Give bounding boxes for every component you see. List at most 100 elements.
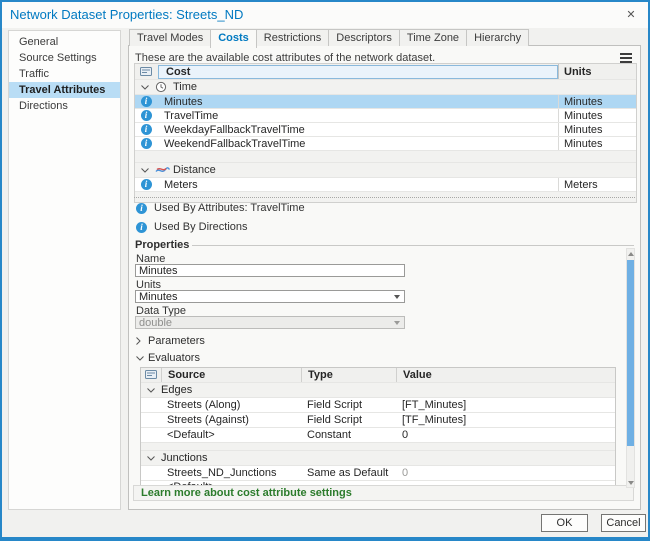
sidebar-item-directions[interactable]: Directions (9, 98, 120, 114)
used-by-directions: i Used By Directions (136, 221, 248, 233)
cost-units: Minutes (558, 123, 636, 136)
properties-scrollbar[interactable] (626, 248, 635, 488)
cancel-button[interactable]: Cancel (601, 514, 646, 532)
tab-travel-modes[interactable]: Travel Modes (129, 29, 212, 46)
column-header-source[interactable]: Source (162, 368, 302, 382)
close-icon[interactable]: ✕ (623, 6, 639, 22)
evaluator-value[interactable]: 0 (396, 467, 615, 479)
tab-time-zone[interactable]: Time Zone (398, 29, 468, 46)
evaluator-value[interactable]: [TF_Minutes] (396, 414, 615, 426)
evaluators-expander[interactable]: Evaluators (136, 352, 200, 364)
group-label: Distance (173, 164, 216, 176)
evaluator-source: Streets_ND_Junctions (167, 467, 277, 479)
data-type-selected-value: double (139, 316, 173, 329)
evaluator-type[interactable]: Same as Default (301, 466, 396, 480)
info-icon: i (140, 110, 152, 121)
separator (134, 197, 635, 198)
sidebar-item-source-settings[interactable]: Source Settings (9, 50, 120, 66)
info-icon: i (140, 138, 152, 149)
chevron-down-icon (394, 295, 400, 299)
info-icon: i (136, 202, 147, 214)
cost-name: Meters (164, 178, 198, 191)
cost-name: TravelTime (164, 109, 219, 122)
chevron-down-icon[interactable] (135, 84, 155, 90)
network-dataset-properties-dialog: Network Dataset Properties: Streets_ND ✕… (0, 0, 650, 541)
cost-units: Minutes (558, 95, 636, 108)
evaluator-status-column-icon (135, 66, 157, 77)
evaluator-type[interactable]: Field Script (301, 413, 396, 427)
evaluators-table-header: Source Type Value (141, 368, 615, 383)
cost-name: WeekendFallbackTravelTime (164, 137, 306, 150)
info-icon: i (140, 179, 152, 190)
costs-tab-panel: These are the available cost attributes … (128, 45, 641, 510)
evaluator-source: Streets (Against) (167, 414, 249, 426)
group-label: Junctions (161, 452, 208, 464)
sidebar: General Source Settings Traffic Travel A… (8, 30, 121, 510)
tab-restrictions[interactable]: Restrictions (255, 29, 330, 46)
tab-costs[interactable]: Costs (210, 29, 257, 48)
tab-hierarchy[interactable]: Hierarchy (466, 29, 530, 46)
cost-name: Minutes (164, 95, 203, 108)
cost-row-meters[interactable]: i Meters Meters (135, 178, 636, 192)
evaluator-value[interactable]: 0 (396, 429, 615, 441)
column-header-units[interactable]: Units (558, 64, 636, 79)
cost-row-traveltime[interactable]: i TravelTime Minutes (135, 109, 636, 123)
chevron-down-icon[interactable] (141, 455, 161, 461)
cost-row-weekdayfallbacktraveltime[interactable]: i WeekdayFallbackTravelTime Minutes (135, 123, 636, 137)
sidebar-item-travel-attributes[interactable]: Travel Attributes (9, 82, 120, 98)
cost-table-header: Cost Units (135, 64, 636, 80)
units-selected-value: Minutes (139, 290, 178, 303)
table-spacer (141, 443, 615, 451)
tab-descriptors[interactable]: Descriptors (328, 29, 400, 46)
properties-legend: Properties (135, 239, 193, 251)
column-header-type[interactable]: Type (302, 368, 397, 382)
evaluator-source: Streets (Along) (167, 399, 241, 411)
clock-icon (155, 81, 173, 93)
distance-icon (155, 165, 173, 175)
used-by-directions-text: Used By Directions (154, 221, 248, 233)
cost-units: Minutes (558, 109, 636, 122)
cost-row-weekendfallbacktraveltime[interactable]: i WeekendFallbackTravelTime Minutes (135, 137, 636, 151)
ok-button[interactable]: OK (541, 514, 588, 532)
evaluator-row-streets-nd-junctions[interactable]: Streets_ND_Junctions Same as Default 0 (141, 466, 615, 481)
chevron-down-icon[interactable] (135, 167, 155, 173)
cost-group-time[interactable]: Time (135, 80, 636, 95)
info-icon: i (136, 221, 147, 233)
evaluator-row-edges-default[interactable]: <Default> Constant 0 (141, 428, 615, 443)
sidebar-item-traffic[interactable]: Traffic (9, 66, 120, 82)
evaluator-type[interactable]: Field Script (301, 398, 396, 412)
menu-icon[interactable] (620, 53, 632, 63)
evaluator-group-edges[interactable]: Edges (141, 383, 615, 398)
evaluators-table: Source Type Value Edges Streets (Along) … (140, 367, 616, 487)
tab-bar: Travel Modes Costs Restrictions Descript… (129, 29, 530, 48)
name-input[interactable] (135, 264, 405, 277)
scrollbar-thumb[interactable] (627, 260, 634, 446)
chevron-down-icon[interactable] (141, 387, 161, 393)
evaluator-row-streets-against[interactable]: Streets (Against) Field Script [TF_Minut… (141, 413, 615, 428)
table-spacer (135, 151, 636, 163)
cost-row-minutes[interactable]: i Minutes Minutes (135, 95, 636, 109)
evaluator-status-column-icon (141, 368, 162, 382)
chevron-down-icon (136, 355, 148, 361)
scroll-down-icon[interactable] (627, 478, 634, 487)
used-by-attributes-text: Used By Attributes: TravelTime (154, 202, 305, 214)
column-header-value[interactable]: Value (397, 369, 615, 381)
learn-more-link[interactable]: Learn more about cost attribute settings (134, 487, 352, 499)
dialog-title: Network Dataset Properties: Streets_ND (10, 7, 244, 22)
scroll-up-icon[interactable] (627, 249, 634, 258)
parameters-expander[interactable]: Parameters (136, 335, 205, 347)
sidebar-item-general[interactable]: General (9, 34, 120, 50)
chevron-down-icon (394, 321, 400, 325)
group-label: Edges (161, 384, 193, 396)
evaluator-type[interactable]: Constant (301, 428, 396, 442)
cost-group-distance[interactable]: Distance (135, 163, 636, 178)
info-icon: i (140, 124, 152, 135)
evaluator-row-streets-along[interactable]: Streets (Along) Field Script [FT_Minutes… (141, 398, 615, 413)
evaluators-label: Evaluators (148, 352, 200, 364)
units-select[interactable]: Minutes (135, 290, 405, 303)
info-icon: i (140, 96, 152, 107)
evaluator-value[interactable]: [FT_Minutes] (396, 399, 615, 411)
column-header-cost[interactable]: Cost (158, 64, 558, 79)
group-label: Time (173, 81, 198, 93)
evaluator-group-junctions[interactable]: Junctions (141, 451, 615, 466)
